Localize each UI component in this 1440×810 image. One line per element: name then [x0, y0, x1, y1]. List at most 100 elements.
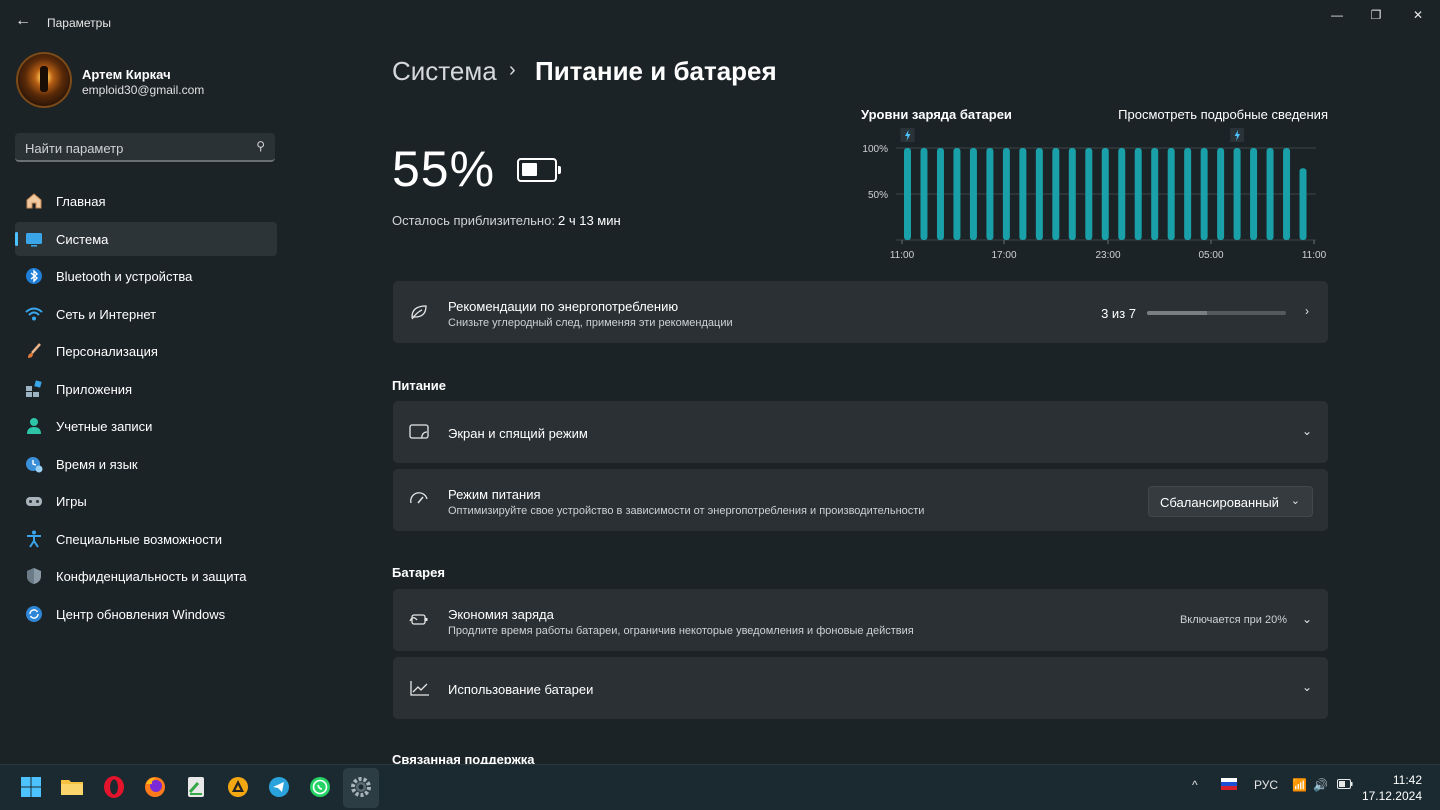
- aimp-icon[interactable]: [226, 775, 250, 799]
- accessibility-icon: [27, 530, 41, 548]
- notepad-icon[interactable]: [184, 775, 208, 799]
- breadcrumb-parent[interactable]: Система: [392, 56, 497, 87]
- apps-icon: [26, 379, 42, 397]
- search-input[interactable]: [23, 138, 247, 158]
- x-tick-label: 23:00: [1095, 250, 1120, 261]
- view-details-link[interactable]: Просмотреть подробные сведения: [1118, 107, 1328, 122]
- wifi-tray-icon[interactable]: 📶: [1292, 778, 1307, 792]
- telegram-icon[interactable]: [267, 775, 291, 799]
- battery-usage-card[interactable]: Использование батареи ⌄: [393, 657, 1328, 719]
- sidebar-item-accounts[interactable]: Учетные записи: [15, 409, 277, 443]
- battery-icon: [517, 158, 561, 182]
- chart-bar: [1200, 148, 1208, 240]
- restore-icon[interactable]: ❐: [1364, 8, 1388, 24]
- recommendations-progress: [1147, 311, 1286, 315]
- chevron-up-icon[interactable]: ^: [1192, 778, 1198, 792]
- sidebar-item-label: Игры: [56, 494, 87, 509]
- chart-bar: [1266, 148, 1274, 240]
- chart-bar: [1167, 148, 1175, 240]
- avatar[interactable]: [16, 52, 72, 108]
- sidebar-item-windows-update[interactable]: Центр обновления Windows: [15, 597, 277, 631]
- sidebar-item-label: Bluetooth и устройства: [56, 269, 193, 284]
- chart-bar: [1151, 148, 1159, 240]
- search-icon[interactable]: ⚲: [256, 139, 265, 153]
- shield-icon: [27, 568, 41, 584]
- sidebar-item-network[interactable]: Сеть и Интернет: [15, 297, 277, 331]
- battery-level-chart[interactable]: 100% 50% 11:00 17:00 23:00 05:00 11:00: [850, 124, 1330, 264]
- x-tick-label: 11:00: [890, 250, 915, 261]
- x-tick-label: 05:00: [1198, 250, 1223, 261]
- card-title: Экран и спящий режим: [448, 426, 588, 441]
- sidebar-item-time-language[interactable]: Время и язык: [15, 447, 277, 481]
- clock-time[interactable]: 11:42: [1393, 773, 1422, 787]
- clock-date[interactable]: 17.12.2024: [1362, 789, 1422, 803]
- sidebar-item-personalization[interactable]: Персонализация: [15, 334, 277, 368]
- chevron-down-icon: ⌄: [1290, 495, 1300, 507]
- card-subtitle: Оптимизируйте свое устройство в зависимо…: [448, 505, 925, 517]
- back-arrow-icon[interactable]: ←: [14, 12, 32, 30]
- brush-icon: [28, 343, 41, 358]
- card-title: Рекомендации по энергопотреблению: [448, 299, 679, 314]
- russia-flag-icon[interactable]: [1221, 778, 1237, 790]
- search-box[interactable]: ⚲: [15, 133, 275, 162]
- breadcrumb-separator: ›: [509, 59, 516, 81]
- sidebar-item-label: Центр обновления Windows: [56, 606, 226, 622]
- firefox-icon[interactable]: [143, 775, 167, 799]
- keyboard-language[interactable]: РУС: [1254, 778, 1278, 792]
- chart-bar: [953, 148, 961, 240]
- sidebar-item-privacy[interactable]: Конфиденциальность и защита: [15, 559, 277, 593]
- remaining-label: Осталось приблизительно:: [392, 213, 555, 228]
- chart-bar: [1068, 148, 1076, 240]
- sidebar-item-home[interactable]: Главная: [15, 184, 277, 218]
- volume-icon[interactable]: 🔊: [1313, 778, 1328, 792]
- chart-bar: [1134, 148, 1142, 240]
- screen-sleep-icon: [409, 424, 429, 439]
- wifi-icon: [25, 307, 43, 320]
- battery-saver-card[interactable]: Экономия заряда Продлите время работы ба…: [393, 589, 1328, 651]
- chart-bar: [1118, 148, 1126, 240]
- minimize-icon[interactable]: —: [1325, 8, 1349, 24]
- chart-bar: [1035, 148, 1043, 240]
- chart-bar: [1250, 148, 1258, 240]
- bluetooth-icon: [26, 268, 42, 284]
- card-title: Использование батареи: [448, 682, 594, 697]
- sidebar-item-system[interactable]: Система: [15, 221, 277, 256]
- user-name: Артем Киркач: [82, 67, 171, 82]
- windows-start-icon[interactable]: [19, 775, 43, 799]
- update-icon: [26, 605, 42, 622]
- sidebar-item-label: Персонализация: [56, 344, 158, 359]
- chart-bar: [1299, 168, 1307, 240]
- chart-bar: [1217, 148, 1225, 240]
- chart-bar: [1019, 148, 1027, 240]
- whatsapp-icon[interactable]: [308, 775, 332, 799]
- chart-bar: [920, 148, 928, 240]
- x-tick-label: 17:00: [991, 250, 1016, 261]
- chart-bar: [986, 148, 994, 240]
- chevron-down-icon[interactable]: ⌄: [1300, 424, 1314, 438]
- battery-saver-icon: [409, 614, 428, 625]
- card-subtitle: Снизьте углеродный след, применяя эти ре…: [448, 317, 733, 329]
- file-explorer-icon[interactable]: [60, 775, 84, 799]
- sidebar-item-label: Учетные записи: [56, 419, 153, 434]
- sidebar-item-gaming[interactable]: Игры: [15, 484, 277, 518]
- sidebar-nav: Главная Система Bluetooth и устройства С…: [15, 184, 277, 634]
- card-title: Экономия заряда: [448, 607, 554, 622]
- chart-bar: [1085, 148, 1093, 240]
- recommendations-count: 3 из 7: [1101, 306, 1136, 321]
- close-icon[interactable]: ✕: [1406, 8, 1430, 24]
- screen-sleep-card[interactable]: Экран и спящий режим ⌄: [393, 401, 1328, 463]
- chart-title: Уровни заряда батареи: [861, 107, 1012, 122]
- sidebar-item-apps[interactable]: Приложения: [15, 372, 277, 406]
- opera-icon[interactable]: [102, 775, 126, 799]
- power-mode-dropdown[interactable]: Сбалансированный ⌄: [1148, 486, 1313, 517]
- chevron-down-icon[interactable]: ⌄: [1300, 612, 1314, 626]
- sidebar-item-bluetooth[interactable]: Bluetooth и устройства: [15, 259, 277, 293]
- window-title: Параметры: [47, 16, 111, 30]
- energy-recommendations-card[interactable]: Рекомендации по энергопотреблению Снизьт…: [393, 281, 1328, 343]
- power-mode-icon: [410, 492, 428, 504]
- sidebar-item-accessibility[interactable]: Специальные возможности: [15, 522, 277, 556]
- chevron-down-icon[interactable]: ⌄: [1300, 680, 1314, 694]
- settings-gear-icon[interactable]: [349, 775, 373, 799]
- battery-tray-icon[interactable]: [1337, 778, 1353, 790]
- chart-bar: [1002, 148, 1010, 240]
